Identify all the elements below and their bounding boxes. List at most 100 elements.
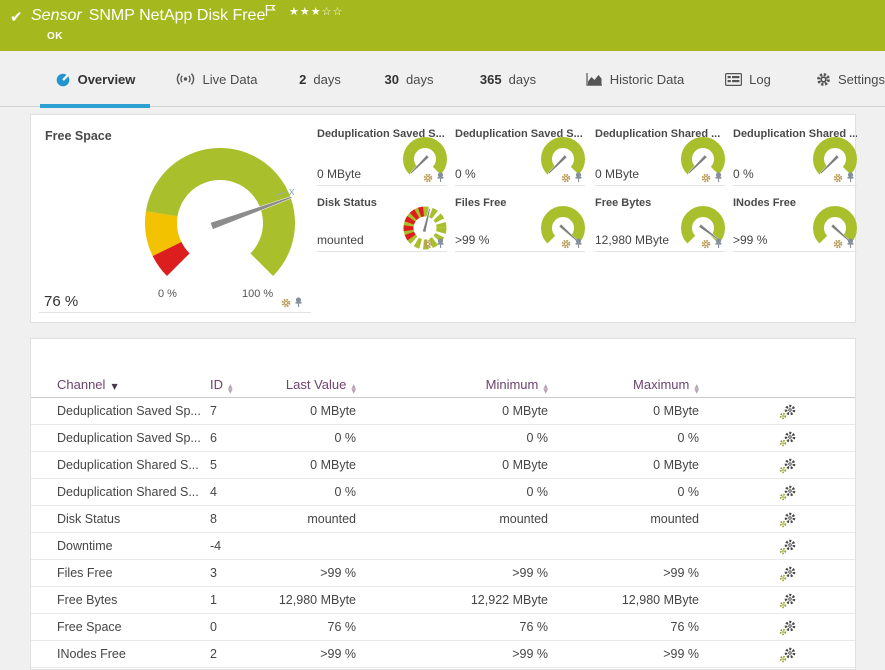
cell-minimum: 0 MByte — [436, 398, 548, 425]
flag-icon[interactable] — [265, 4, 276, 22]
mini-gauge-title: Free Bytes — [595, 197, 651, 209]
cell-last-value: 76 % — [244, 614, 356, 641]
mini-gauge-panel-disk-status[interactable]: Disk Status mounted — [317, 197, 447, 252]
channel-settings-icon[interactable] — [779, 587, 801, 614]
column-label: ID — [210, 377, 223, 392]
sort-icon: ▲▼ — [228, 384, 233, 394]
cell-channel: Downtime — [57, 533, 209, 560]
cell-last-value: 0 % — [244, 425, 356, 452]
mini-gauge-panel-deduplication-saved-s[interactable]: Deduplication Saved S...0 MByte — [317, 128, 447, 186]
mini-gauge-panel-deduplication-shared[interactable]: Deduplication Shared ...0 % — [733, 128, 857, 186]
column-label: Maximum — [633, 377, 689, 392]
tab-2-days[interactable]: 2 days — [296, 51, 344, 107]
mini-gauge-value: 12,980 MByte — [595, 233, 669, 247]
table-header-row: Channel▼ID▲▼Last Value▲▼Minimum▲▼Maximum… — [31, 371, 855, 398]
mini-gauge-panel-free-bytes[interactable]: Free Bytes 12,980 MByte — [595, 197, 725, 252]
gear-icon[interactable] — [701, 239, 711, 249]
column-label: Minimum — [486, 377, 539, 392]
mini-gauge-title: Disk Status — [317, 197, 377, 209]
panel-actions — [701, 172, 723, 183]
cell-channel: Deduplication Shared S... — [57, 452, 209, 479]
cell-channel: Deduplication Saved Sp... — [57, 425, 209, 452]
table-row-deduplication-saved-sp: Deduplication Saved Sp...70 MByte0 MByte… — [31, 398, 855, 425]
cell-last-value: 0 MByte — [244, 452, 356, 479]
panel-actions — [833, 238, 855, 249]
channel-settings-icon[interactable] — [779, 398, 801, 425]
cell-maximum — [587, 533, 699, 560]
cell-last-value: 0 MByte — [244, 398, 356, 425]
tab-label: days — [313, 72, 340, 87]
mini-gauge-panel-deduplication-shared[interactable]: Deduplication Shared ...0 MByte — [595, 128, 725, 186]
channel-settings-icon[interactable] — [779, 425, 801, 452]
tab-bar: Overview Live Data 2 days 30 days 365days Histo… — [0, 51, 885, 107]
cell-minimum — [436, 533, 548, 560]
tab-live-data[interactable]: Live Data — [183, 51, 249, 107]
tab-label: Log — [749, 72, 771, 87]
pin-icon[interactable] — [714, 238, 723, 249]
table-row-free-bytes: Free Bytes112,980 MByte12,922 MByte12,98… — [31, 587, 855, 614]
pin-icon[interactable] — [294, 297, 303, 308]
gear-icon[interactable] — [833, 173, 843, 183]
column-header-minimum[interactable]: Minimum ▲▼ — [436, 371, 548, 398]
cell-maximum: 0 MByte — [587, 398, 699, 425]
tab-settings[interactable]: Settings — [816, 51, 885, 107]
gear-icon[interactable] — [423, 173, 433, 183]
free-space-gauge-panel[interactable]: Free Space 0 % 100 % x 76 % — [39, 128, 311, 313]
gear-icon[interactable] — [701, 173, 711, 183]
column-header-maximum[interactable]: Maximum▲▼ — [587, 371, 699, 398]
tab-number: 30 — [385, 72, 399, 87]
gear-icon[interactable] — [423, 239, 433, 249]
sort-icon: ▲▼ — [351, 384, 356, 394]
priority-stars[interactable]: ★★★☆☆ — [289, 5, 343, 18]
tab-number: 2 — [299, 72, 306, 87]
tab-365-days[interactable]: 365days — [476, 51, 540, 107]
mini-gauge-panel-inodes-free[interactable]: INodes Free>99 % — [733, 197, 857, 252]
mini-gauge-title: INodes Free — [733, 197, 796, 209]
pin-icon[interactable] — [436, 238, 445, 249]
pin-icon[interactable] — [846, 172, 855, 183]
log-icon — [725, 73, 742, 86]
pin-icon[interactable] — [574, 238, 583, 249]
column-header-channel[interactable]: Channel▼ — [57, 371, 209, 398]
channel-settings-icon[interactable] — [779, 479, 801, 506]
tab-30-days[interactable]: 30 days — [381, 51, 437, 107]
cell-minimum: >99 % — [436, 641, 548, 668]
channel-settings-icon[interactable] — [779, 641, 801, 668]
gear-icon[interactable] — [281, 298, 291, 308]
table-row-files-free: Files Free3>99 %>99 %>99 % — [31, 560, 855, 587]
tab-overview[interactable]: Overview — [40, 51, 150, 107]
mini-gauge-panel-files-free[interactable]: Files Free>99 % — [455, 197, 585, 252]
gear-icon[interactable] — [561, 173, 571, 183]
cell-minimum: 0 % — [436, 425, 548, 452]
gear-icon[interactable] — [561, 239, 571, 249]
channel-settings-icon[interactable] — [779, 452, 801, 479]
tab-label: Historic Data — [610, 72, 684, 87]
pin-icon[interactable] — [574, 172, 583, 183]
table-row-deduplication-saved-sp: Deduplication Saved Sp...60 %0 %0 % — [31, 425, 855, 452]
tab-label: Live Data — [203, 72, 258, 87]
mini-gauge-value: mounted — [317, 233, 364, 247]
column-header-last-value[interactable]: Last Value▲▼ — [244, 371, 356, 398]
sort-icon: ▲▼ — [543, 384, 548, 394]
status-check-icon: ✔ — [10, 8, 23, 26]
live-data-icon — [175, 72, 196, 86]
gear-icon[interactable] — [833, 239, 843, 249]
mini-gauge-value: 0 MByte — [595, 167, 639, 181]
tab-label: days — [406, 72, 433, 87]
pin-icon[interactable] — [714, 172, 723, 183]
tab-log[interactable]: Log — [724, 51, 772, 107]
channel-settings-icon[interactable] — [779, 533, 801, 560]
pin-icon[interactable] — [846, 238, 855, 249]
channel-settings-icon[interactable] — [779, 506, 801, 533]
sensor-status-banner: ✔ SensorSNMP NetApp Disk Free ★★★☆☆ OK — [0, 0, 885, 51]
tab-label: Overview — [78, 72, 136, 87]
tab-number: 365 — [480, 72, 502, 87]
panel-actions — [281, 297, 303, 308]
channel-settings-icon[interactable] — [779, 560, 801, 587]
cell-channel: INodes Free — [57, 641, 209, 668]
tab-historic-data[interactable]: Historic Data — [585, 51, 685, 107]
channel-settings-icon[interactable] — [779, 614, 801, 641]
cell-maximum: >99 % — [587, 641, 699, 668]
pin-icon[interactable] — [436, 172, 445, 183]
mini-gauge-panel-deduplication-saved-s[interactable]: Deduplication Saved S...0 % — [455, 128, 585, 186]
